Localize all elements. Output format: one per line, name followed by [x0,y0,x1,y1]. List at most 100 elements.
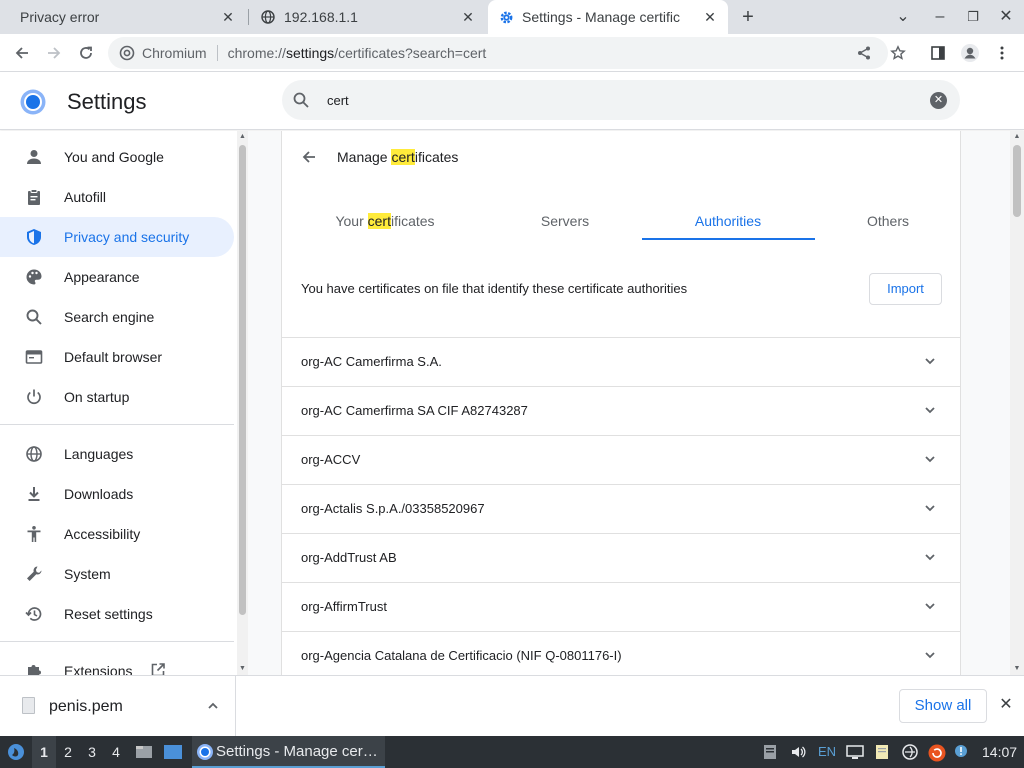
chevron-down-icon[interactable] [922,598,938,614]
scroll-up-arrow-icon[interactable]: ▲ [1010,133,1024,141]
close-icon[interactable]: ✕ [702,9,718,25]
sidebar-item-label: Accessibility [64,526,141,542]
restore-button[interactable]: ❐ [963,7,983,27]
sidebar-item-privacy-and-security[interactable]: Privacy and security [0,217,234,257]
profile-avatar-icon[interactable] [960,43,980,63]
side-panel-icon[interactable] [928,43,948,63]
authority-row[interactable]: org-AffirmTrust [282,582,960,631]
chevron-up-icon[interactable] [206,699,220,713]
sidebar-item-on-startup[interactable]: On startup [0,377,234,417]
reload-button[interactable] [76,43,96,63]
file-manager-icon[interactable] [134,736,154,768]
gear-icon [498,9,514,25]
clear-search-icon[interactable]: ✕ [930,92,947,109]
sidebar-item-extensions[interactable]: Extensions [0,651,234,675]
sidebar-item-languages[interactable]: Languages [0,434,234,474]
new-tab-button[interactable]: + [738,7,758,27]
back-button[interactable] [12,43,32,63]
import-button[interactable]: Import [869,273,942,305]
notification-icon[interactable] [954,744,970,760]
forward-button[interactable] [44,43,64,63]
workspace-1[interactable]: 1 [32,736,56,768]
omnibox[interactable]: Chromium chrome://settings/certificates?… [108,37,888,69]
sidebar-item-downloads[interactable]: Downloads [0,474,234,514]
taskbar-window-title: Settings - Manage cer… [216,742,378,760]
sidebar-item-autofill[interactable]: Autofill [0,177,234,217]
workspace-3[interactable]: 3 [80,736,104,768]
main-scrollbar[interactable]: ▲ ▼ [1010,131,1024,675]
tab-privacy-error[interactable]: Privacy error ✕ [0,0,246,34]
page-title: Settings [67,89,147,114]
show-all-button[interactable]: Show all [899,689,987,723]
tab-servers[interactable]: Servers [479,207,651,241]
sidebar-item-label: You and Google [64,149,164,165]
scroll-down-arrow-icon[interactable]: ▼ [237,665,248,673]
chevron-down-icon[interactable] [922,549,938,565]
tab-others[interactable]: Others [802,207,960,241]
globe-icon [24,444,44,464]
taskbar-window-settings[interactable]: Settings - Manage cer… [192,736,385,768]
window-close-button[interactable]: ✕ [996,7,1016,27]
kebab-menu-icon[interactable] [992,43,1012,63]
tab-settings[interactable]: Settings - Manage certific ✕ [488,0,728,34]
volume-icon[interactable] [790,744,806,760]
authority-row[interactable]: org-AC Camerfirma S.A. [282,337,960,386]
chevron-down-icon[interactable] [922,402,938,418]
authority-row[interactable]: org-AddTrust AB [282,533,960,582]
authority-row[interactable]: org-Agencia Catalana de Certificacio (NI… [282,631,960,675]
sidebar-item-search-engine[interactable]: Search engine [0,297,234,337]
network-icon[interactable] [902,744,918,760]
download-shelf: penis.pem Show all ✕ [0,675,1024,736]
scrollbar-thumb[interactable] [1013,145,1021,217]
start-menu-icon[interactable] [4,736,28,768]
download-file-name: penis.pem [49,698,123,715]
authority-row[interactable]: org-ACCV [282,435,960,484]
tab-separator [248,9,249,25]
back-arrow-icon[interactable] [300,148,320,168]
chevron-down-icon[interactable] [922,500,938,516]
search-query[interactable]: cert [327,93,349,108]
tab-authorities[interactable]: Authorities [642,207,814,241]
scroll-up-arrow-icon[interactable]: ▲ [237,133,248,141]
sidebar-item-reset-settings[interactable]: Reset settings [0,594,234,634]
authority-row[interactable]: org-Actalis S.p.A./03358520967 [282,484,960,533]
authority-name: org-Agencia Catalana de Certificacio (NI… [301,648,622,663]
sidebar-item-label: Privacy and security [64,229,190,245]
scroll-down-arrow-icon[interactable]: ▼ [1010,665,1024,673]
sidebar-item-accessibility[interactable]: Accessibility [0,514,234,554]
sidebar-item-appearance[interactable]: Appearance [0,257,234,297]
desktop-icon[interactable] [162,736,184,768]
tab-router[interactable]: 192.168.1.1 ✕ [250,0,486,34]
chromium-icon [119,45,135,64]
sidebar-item-default-browser[interactable]: Default browser [0,337,234,377]
settings-search-input[interactable] [282,80,960,120]
minimize-button[interactable]: – [930,7,950,27]
bookmark-star-icon[interactable] [888,43,908,63]
close-shelf-icon[interactable]: ✕ [998,697,1014,713]
tab-title: 192.168.1.1 [284,9,358,25]
share-icon[interactable] [856,45,872,64]
download-item[interactable]: penis.pem [0,676,236,736]
notes-icon[interactable] [874,744,890,760]
tab-search-button[interactable]: ⌄ [893,7,913,27]
sidebar-item-label: Downloads [64,486,134,502]
tab-your-certificates[interactable]: Your certificates [299,207,471,241]
clipboard-tray-icon[interactable] [762,744,778,760]
chevron-down-icon[interactable] [922,451,938,467]
keyboard-layout-indicator[interactable]: EN [818,744,840,760]
workspace-2[interactable]: 2 [56,736,80,768]
update-icon[interactable] [928,744,946,762]
display-icon[interactable] [846,744,864,760]
tab-title: Settings - Manage certific [522,9,680,25]
sidebar-item-system[interactable]: System [0,554,234,594]
scrollbar-thumb[interactable] [239,145,246,615]
authority-row[interactable]: org-AC Camerfirma SA CIF A82743287 [282,386,960,435]
sidebar-item-you-and-google[interactable]: You and Google [0,137,234,177]
screen: Privacy error ✕ 192.168.1.1 ✕ Settings -… [0,0,1024,768]
close-icon[interactable]: ✕ [220,9,236,25]
sidebar-scrollbar[interactable]: ▲ ▼ [237,131,248,675]
workspace-4[interactable]: 4 [104,736,128,768]
chevron-down-icon[interactable] [922,353,938,369]
chevron-down-icon[interactable] [922,647,938,663]
close-icon[interactable]: ✕ [460,9,476,25]
